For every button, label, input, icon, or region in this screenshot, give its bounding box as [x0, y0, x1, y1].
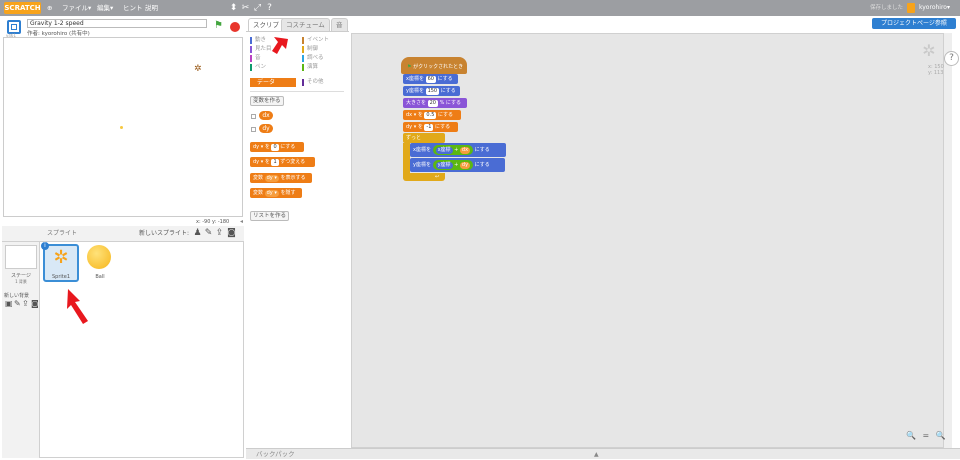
top-menu-bar	[0, 0, 960, 16]
category-operators[interactable]: 演算	[302, 63, 348, 72]
forever-block[interactable]: ずっと	[403, 133, 445, 143]
project-title-input[interactable]: Gravity 1-2 speed	[27, 19, 207, 28]
var-dy-reporter[interactable]: dy	[259, 124, 273, 133]
set-var-block[interactable]: dy ▾ を 0 にする	[250, 142, 304, 152]
current-sprite-icon: ✲	[922, 41, 936, 60]
stop-button[interactable]	[230, 22, 240, 32]
var-dx-reporter[interactable]: dx	[259, 111, 273, 120]
change-var-block[interactable]: dy ▾ を 1 ずつ変える	[250, 157, 315, 167]
user-menu[interactable]: kyorohiro▾	[919, 0, 950, 16]
stage-thumbnail[interactable]	[5, 245, 37, 269]
chevron-up-icon[interactable]: ▲	[594, 449, 599, 460]
ball-icon	[87, 245, 111, 269]
menu-tips[interactable]: ヒント	[123, 0, 143, 16]
category-control[interactable]: 制御	[302, 45, 348, 54]
var-dy-checkbox[interactable]	[251, 127, 256, 132]
zoom-controls[interactable]: 🔍 = 🔍	[906, 431, 948, 440]
info-icon[interactable]: i	[41, 242, 49, 250]
mouse-coordinates: x: -90 y: -180	[196, 219, 230, 225]
delete-icon[interactable]: ✂	[241, 3, 250, 13]
forever-block-arm	[403, 143, 410, 176]
tab-costumes[interactable]: コスチューム	[281, 18, 330, 31]
help-button[interactable]: ?	[944, 51, 959, 66]
user-avatar[interactable]	[907, 3, 915, 13]
set-y-block[interactable]: y座標を 150 にする	[403, 86, 460, 96]
sprite-pane-title: スプライト	[47, 230, 78, 237]
sprite-position-readout: x: 150 y: 113	[928, 64, 944, 76]
green-flag-icon: ⚑	[407, 64, 412, 70]
sprite-library-icon[interactable]: ♟	[193, 229, 202, 238]
upload-sprite-icon[interactable]: ⇪	[215, 229, 224, 238]
category-data[interactable]: データ	[250, 78, 296, 87]
stage-canvas[interactable]	[3, 37, 243, 217]
category-more[interactable]: その他	[302, 78, 348, 87]
category-events[interactable]: イベント	[302, 36, 348, 45]
new-backdrop-label: 新しい背景	[4, 293, 30, 299]
set-x-block[interactable]: x座標を 60 にする	[403, 74, 458, 84]
loop-arrow-icon: ↩	[435, 174, 440, 180]
globe-icon[interactable]: ⊕	[47, 0, 52, 16]
menu-file[interactable]: ファイル▾	[62, 0, 91, 16]
menu-about[interactable]: 説明	[145, 0, 158, 16]
backdrop-count: 1 背景	[15, 279, 27, 284]
grow-icon[interactable]: ⤢	[253, 3, 262, 13]
set-dy-block[interactable]: dy ▾ を -1 にする	[403, 122, 458, 132]
duplicate-icon[interactable]: ⬍	[229, 3, 238, 13]
red-arrow-annotation	[272, 37, 288, 54]
upload-backdrop-icon[interactable]: ⇪	[22, 300, 30, 308]
paint-backdrop-icon[interactable]: ✎	[14, 300, 22, 308]
stage-label: ステージ	[11, 273, 31, 279]
stage-sprite-cat[interactable]: ✲	[194, 64, 204, 75]
backpack-label: バックパック	[256, 450, 295, 458]
scratch-logo[interactable]: SCRATCH	[4, 2, 41, 14]
sprite-name: Ball	[95, 274, 105, 280]
make-variable-button[interactable]: 変数を作る	[250, 96, 284, 106]
set-x-expr-block[interactable]: x座標を x座標 + dx にする	[410, 143, 506, 157]
set-y-expr-block[interactable]: y座標を y座標 + dy にする	[410, 158, 505, 172]
var-dx-checkbox[interactable]	[251, 114, 256, 119]
when-flag-clicked-block[interactable]: ⚑ がクリックされたとき	[401, 57, 467, 74]
show-var-block[interactable]: 変数 dy ▾ を表示する	[250, 173, 312, 183]
paint-sprite-icon[interactable]: ✎	[204, 229, 213, 238]
save-status: 保存しました	[870, 5, 904, 11]
set-dx-block[interactable]: dx ▾ を 0.5 にする	[403, 110, 461, 120]
camera-icon[interactable]: ◙	[227, 229, 236, 238]
cat-icon: ✲	[53, 247, 69, 268]
menu-edit[interactable]: 編集▾	[97, 0, 113, 16]
backpack-bar[interactable]	[246, 448, 960, 459]
red-arrow-annotation	[67, 289, 88, 324]
new-sprite-label: 新しいスプライト:	[139, 230, 190, 237]
sprite-name: Sprite1	[51, 274, 70, 280]
palette-divider	[250, 91, 344, 92]
hide-var-block[interactable]: 変数 dy ▾ を隠す	[250, 188, 302, 198]
project-author: 作者: kyorohiro (共有中)	[27, 31, 90, 37]
camera-backdrop-icon[interactable]: ◙	[31, 300, 39, 308]
green-flag-icon[interactable]: ⚑	[214, 21, 224, 31]
category-sensing[interactable]: 調べる	[302, 54, 348, 63]
tab-sounds[interactable]: 音	[331, 18, 348, 31]
backdrop-library-icon[interactable]: ▣	[5, 300, 13, 308]
see-project-page-button[interactable]: プロジェクトページ参照	[872, 18, 956, 29]
stage-size-toggle-icon[interactable]	[7, 20, 21, 34]
help-icon[interactable]: ?	[265, 3, 274, 13]
vertical-scrollbar[interactable]	[944, 33, 952, 448]
set-size-block[interactable]: 大きさを 20 % にする	[403, 98, 467, 108]
category-pen[interactable]: ペン	[250, 63, 296, 72]
stage-sprite-ball[interactable]	[120, 126, 123, 129]
make-list-button[interactable]: リストを作る	[250, 211, 290, 221]
